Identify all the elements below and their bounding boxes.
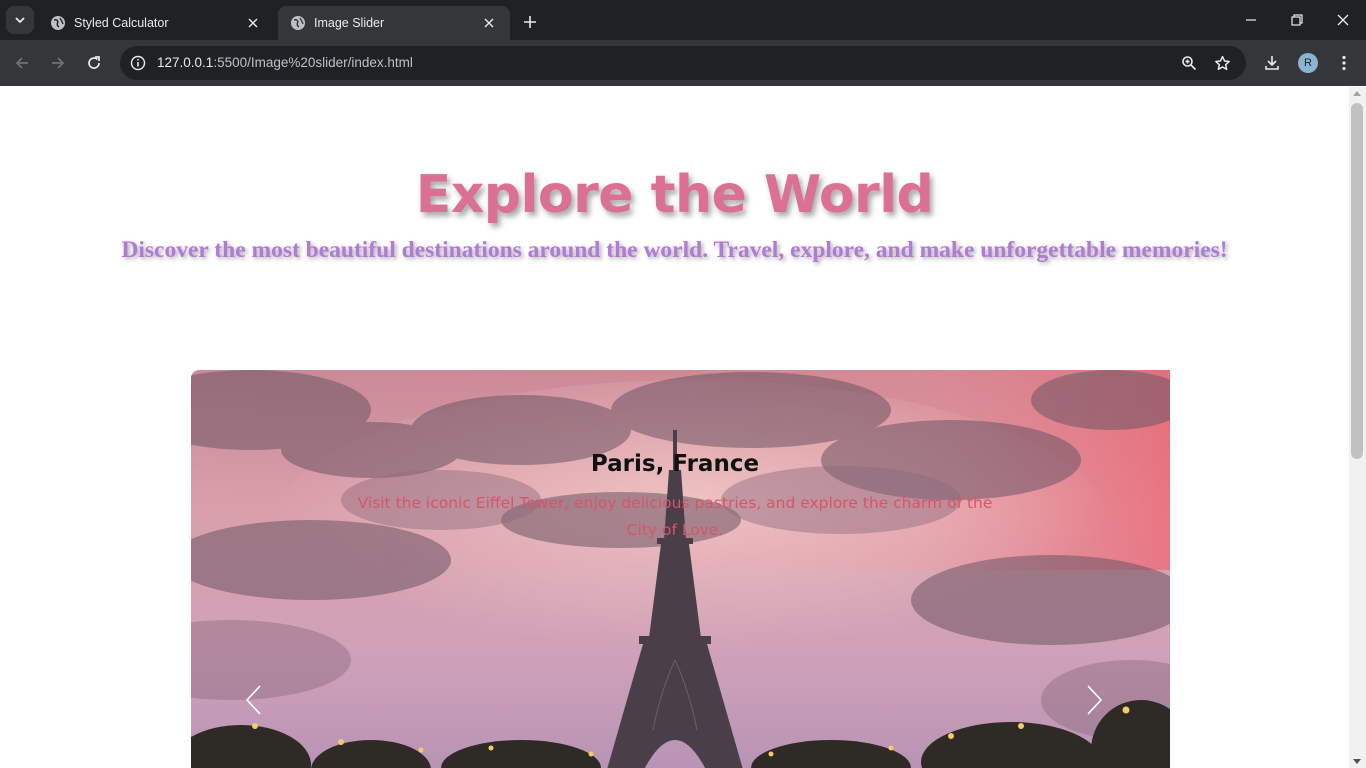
page-scrollbar[interactable] <box>1349 87 1366 768</box>
url-host: 127.0.0.1 <box>157 55 214 70</box>
tab-styled-calculator[interactable]: Styled Calculator <box>38 6 274 40</box>
site-info-icon[interactable] <box>128 53 148 73</box>
plus-icon <box>524 16 536 28</box>
slide-description: Visit the iconic Eiffel Tower, enjoy del… <box>357 494 993 539</box>
close-tab-icon[interactable] <box>244 14 262 32</box>
slide-image-eiffel-tower <box>191 370 1170 768</box>
arrow-left-icon <box>15 57 28 69</box>
page-subtitle: Discover the most beautiful destinations… <box>121 237 1228 263</box>
page-content: Explore the World Discover the most beau… <box>0 87 1349 768</box>
chevron-right-icon <box>1087 685 1103 715</box>
slider-prev-button[interactable] <box>241 682 265 718</box>
tab-strip: Styled Calculator Image Slider <box>0 0 1366 40</box>
restore-button[interactable] <box>1274 0 1320 40</box>
back-button[interactable] <box>8 49 36 77</box>
slide-title: Paris, France <box>590 451 760 477</box>
tab-title: Image Slider <box>314 16 385 30</box>
tab-image-slider[interactable]: Image Slider <box>278 6 510 40</box>
globe-icon <box>290 15 306 31</box>
url-path: :5500/Image%20slider/index.html <box>213 55 413 70</box>
scroll-thumb[interactable] <box>1351 103 1363 459</box>
forward-button[interactable] <box>44 49 72 77</box>
downloads-button[interactable] <box>1258 49 1286 77</box>
download-icon <box>1265 56 1279 70</box>
profile-avatar[interactable]: R <box>1298 53 1318 73</box>
chevron-down-icon <box>15 17 25 24</box>
zoom-icon[interactable] <box>1178 52 1200 74</box>
tab-search-button[interactable] <box>6 6 34 34</box>
reload-button[interactable] <box>80 49 108 77</box>
scroll-down-arrow-icon[interactable] <box>1353 759 1361 764</box>
minimize-icon <box>1246 19 1256 21</box>
browser-toolbar: 127.0.0.1:5500/Image%20slider/index.html <box>0 40 1366 86</box>
menu-button[interactable] <box>1330 49 1358 77</box>
chevron-left-icon <box>245 685 261 715</box>
minimize-button[interactable] <box>1228 0 1274 40</box>
slider-next-button[interactable] <box>1083 682 1107 718</box>
close-window-button[interactable] <box>1320 0 1366 40</box>
tab-title: Styled Calculator <box>74 16 169 30</box>
new-tab-button[interactable] <box>518 10 542 34</box>
close-tab-icon[interactable] <box>480 14 498 32</box>
globe-icon <box>50 15 66 31</box>
close-icon <box>1337 14 1349 26</box>
address-bar[interactable]: 127.0.0.1:5500/Image%20slider/index.html <box>120 46 1246 80</box>
url-text: 127.0.0.1:5500/Image%20slider/index.html <box>157 55 413 70</box>
image-slider: Paris, France Visit the iconic Eiffel To… <box>191 370 1170 768</box>
bookmark-star-icon[interactable] <box>1211 52 1233 74</box>
reload-icon <box>88 56 100 69</box>
restore-icon <box>1291 14 1303 26</box>
arrow-right-icon <box>52 57 65 69</box>
scroll-up-arrow-icon[interactable] <box>1353 91 1361 96</box>
kebab-menu-icon <box>1342 55 1346 71</box>
page-title: Explore the World <box>415 165 934 225</box>
